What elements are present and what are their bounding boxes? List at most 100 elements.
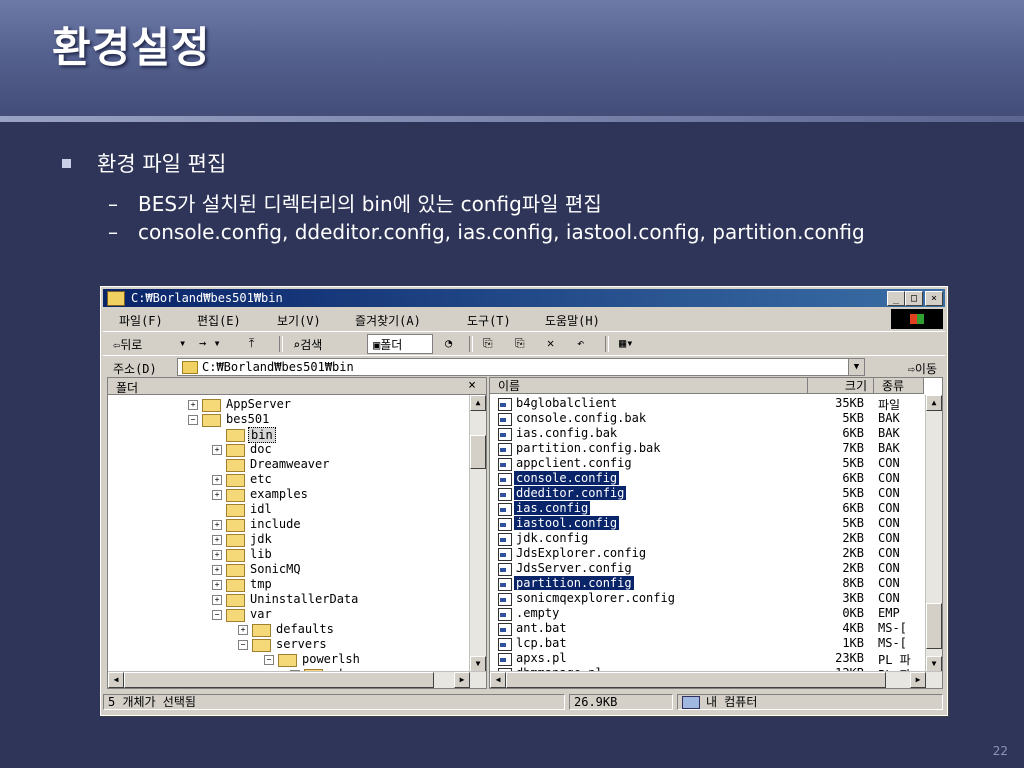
menu-view[interactable]: 보기(V) bbox=[277, 312, 321, 329]
folder-icon bbox=[202, 399, 221, 412]
minimize-button[interactable]: _ bbox=[887, 291, 905, 306]
expand-toggle-icon[interactable]: + bbox=[212, 520, 222, 530]
expand-toggle-icon[interactable]: + bbox=[212, 595, 222, 605]
scroll-down-icon[interactable]: ▼ bbox=[470, 656, 486, 672]
file-row[interactable]: JdsServer.config 2KB CON bbox=[490, 561, 926, 576]
back-dropdown-icon[interactable]: ▾ bbox=[179, 336, 186, 350]
file-row[interactable]: ant.bat 4KB MS-[ bbox=[490, 621, 926, 636]
scroll-right-icon[interactable]: ▶ bbox=[454, 672, 470, 688]
file-row[interactable]: jdk.config 2KB CON bbox=[490, 531, 926, 546]
folder-icon bbox=[226, 564, 245, 577]
go-button[interactable]: ⇨이동 bbox=[908, 360, 937, 377]
up-folder-icon[interactable]: ⤒ bbox=[249, 336, 254, 351]
file-row[interactable]: JdsExplorer.config 2KB CON bbox=[490, 546, 926, 561]
scroll-up-icon[interactable]: ▲ bbox=[470, 395, 486, 411]
history-icon[interactable]: ◔ bbox=[445, 336, 452, 350]
delete-icon[interactable]: ✕ bbox=[547, 336, 554, 350]
expand-toggle-icon[interactable]: − bbox=[264, 655, 274, 665]
sub-bullet-text: console.config, ddeditor.config, ias.con… bbox=[138, 220, 865, 244]
folder-tree: + AppServer − bes501 bin + doc Dreamweaver + etc +… bbox=[108, 395, 470, 672]
menu-favorites[interactable]: 즐겨찾기(A) bbox=[355, 312, 421, 329]
scroll-thumb[interactable] bbox=[470, 435, 486, 469]
file-name: ias.config bbox=[514, 501, 591, 515]
file-row[interactable]: sonicmqexplorer.config 3KB CON bbox=[490, 591, 926, 606]
expand-toggle-icon[interactable]: + bbox=[212, 445, 222, 455]
file-icon bbox=[498, 518, 512, 531]
address-input[interactable]: C:₩Borland₩bes501₩bin ▼ bbox=[177, 358, 865, 376]
file-type: CON bbox=[878, 456, 900, 470]
close-pane-icon[interactable]: × bbox=[468, 378, 476, 393]
expand-toggle-icon[interactable]: − bbox=[238, 640, 248, 650]
scroll-left-icon[interactable]: ◀ bbox=[108, 672, 124, 688]
address-value: C:₩Borland₩bes501₩bin bbox=[202, 360, 354, 374]
scroll-down-icon[interactable]: ▼ bbox=[926, 656, 942, 672]
title-bar[interactable]: C:₩Borland₩bes501₩bin _ □ × bbox=[103, 289, 945, 307]
expand-toggle-icon[interactable]: + bbox=[188, 400, 198, 410]
vertical-scrollbar[interactable]: ▲ ▼ bbox=[469, 395, 486, 672]
vertical-scrollbar[interactable]: ▲ ▼ bbox=[925, 395, 942, 672]
tree-item-label: doc bbox=[250, 442, 272, 456]
menu-file[interactable]: 파일(F) bbox=[119, 312, 163, 329]
copy-to-icon[interactable]: ⎘ bbox=[515, 336, 525, 351]
tree-item-label: examples bbox=[250, 487, 308, 501]
slide-header: 환경설정 bbox=[0, 0, 1024, 122]
file-icon bbox=[498, 623, 512, 636]
address-dropdown-icon[interactable]: ▼ bbox=[848, 359, 864, 375]
column-header-size[interactable]: 크기 bbox=[808, 378, 874, 394]
menu-help[interactable]: 도움말(H) bbox=[545, 312, 600, 329]
file-row[interactable]: ias.config.bak 6KB BAK bbox=[490, 426, 926, 441]
file-row[interactable]: partition.config 8KB CON bbox=[490, 576, 926, 591]
expand-toggle-icon[interactable]: + bbox=[212, 490, 222, 500]
forward-button-icon[interactable]: → ▾ bbox=[199, 336, 221, 350]
file-row[interactable]: console.config 6KB CON bbox=[490, 471, 926, 486]
file-row[interactable]: iastool.config 5KB CON bbox=[490, 516, 926, 531]
folder-icon bbox=[226, 459, 245, 472]
scroll-up-icon[interactable]: ▲ bbox=[926, 395, 942, 411]
menu-tools[interactable]: 도구(T) bbox=[467, 312, 511, 329]
scroll-left-icon[interactable]: ◀ bbox=[490, 672, 506, 688]
expand-toggle-icon[interactable]: + bbox=[238, 625, 248, 635]
expand-toggle-icon[interactable]: + bbox=[212, 565, 222, 575]
file-row[interactable]: .empty 0KB EMP bbox=[490, 606, 926, 621]
column-header-name[interactable]: 이름 bbox=[490, 378, 808, 394]
expand-toggle-icon[interactable]: + bbox=[212, 550, 222, 560]
file-row[interactable]: ias.config 6KB CON bbox=[490, 501, 926, 516]
folder-icon bbox=[278, 654, 297, 667]
horizontal-scrollbar[interactable]: ◀ ▶ bbox=[490, 671, 942, 688]
file-row[interactable]: partition.config.bak 7KB BAK bbox=[490, 441, 926, 456]
maximize-button[interactable]: □ bbox=[905, 291, 923, 306]
scroll-thumb[interactable] bbox=[124, 672, 434, 688]
move-to-icon[interactable]: ⎘ bbox=[483, 336, 493, 351]
scroll-thumb[interactable] bbox=[506, 672, 886, 688]
scroll-thumb[interactable] bbox=[926, 603, 942, 649]
views-icon[interactable]: ▦▾ bbox=[619, 336, 633, 350]
scroll-right-icon[interactable]: ▶ bbox=[910, 672, 926, 688]
folders-button[interactable]: ▣폴더 bbox=[373, 336, 402, 353]
tree-item-label: powerlsh bbox=[302, 652, 360, 666]
expand-toggle-icon[interactable]: + bbox=[212, 580, 222, 590]
file-row[interactable]: lcp.bat 1KB MS-[ bbox=[490, 636, 926, 651]
expand-toggle-icon[interactable]: + bbox=[212, 535, 222, 545]
menu-edit[interactable]: 편집(E) bbox=[197, 312, 241, 329]
folder-icon bbox=[226, 594, 245, 607]
toolbar: ⇦뒤로 ▾ → ▾ ⤒ ⌕검색 ▣폴더 ◔ ⎘ ⎘ ✕ ↶ ▦▾ bbox=[103, 331, 945, 356]
column-header-type[interactable]: 종류 bbox=[874, 378, 924, 394]
horizontal-scrollbar[interactable]: ◀ ▶ bbox=[108, 671, 486, 688]
file-row[interactable]: apxs.pl 23KB PL 파 bbox=[490, 651, 926, 667]
file-row[interactable]: ddeditor.config 5KB CON bbox=[490, 486, 926, 501]
close-button[interactable]: × bbox=[925, 291, 943, 306]
search-button[interactable]: ⌕검색 bbox=[293, 336, 322, 353]
file-type: BAK bbox=[878, 441, 900, 455]
back-button[interactable]: ⇦뒤로 bbox=[113, 336, 142, 353]
undo-icon[interactable]: ↶ bbox=[577, 336, 584, 350]
expand-toggle-icon[interactable]: − bbox=[188, 415, 198, 425]
file-row[interactable]: b4globalclient 35KB 파일 bbox=[490, 396, 926, 412]
file-name: ias.config.bak bbox=[516, 426, 618, 440]
file-size: 8KB bbox=[842, 576, 864, 590]
file-row[interactable]: console.config.bak 5KB BAK bbox=[490, 411, 926, 426]
expand-toggle-icon[interactable]: + bbox=[212, 475, 222, 485]
go-label: 이동 bbox=[914, 362, 937, 376]
expand-toggle-icon[interactable]: − bbox=[212, 610, 222, 620]
file-row[interactable]: appclient.config 5KB CON bbox=[490, 456, 926, 471]
file-name: apxs.pl bbox=[516, 651, 567, 665]
